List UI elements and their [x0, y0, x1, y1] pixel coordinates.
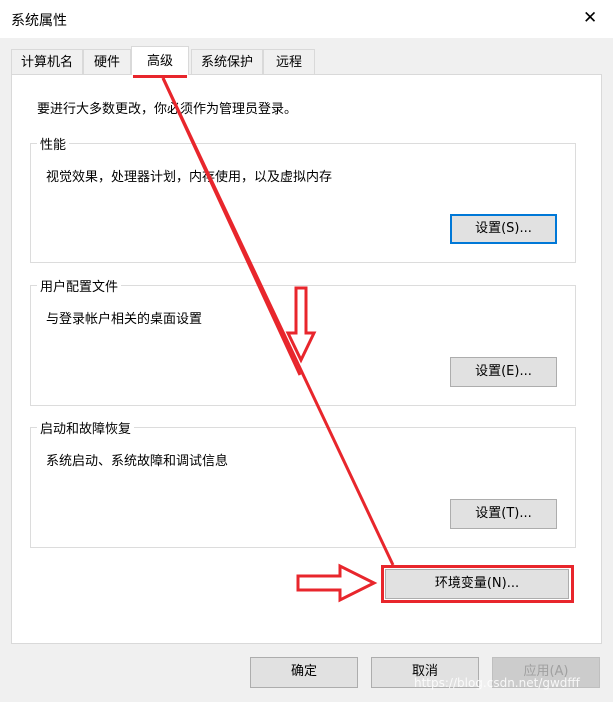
annotation-arrows: [161, 77, 395, 603]
right-arrow-icon: [296, 563, 378, 603]
tab-advanced[interactable]: 高级: [131, 46, 189, 75]
diagonal-pointer-line-2: [161, 77, 302, 376]
